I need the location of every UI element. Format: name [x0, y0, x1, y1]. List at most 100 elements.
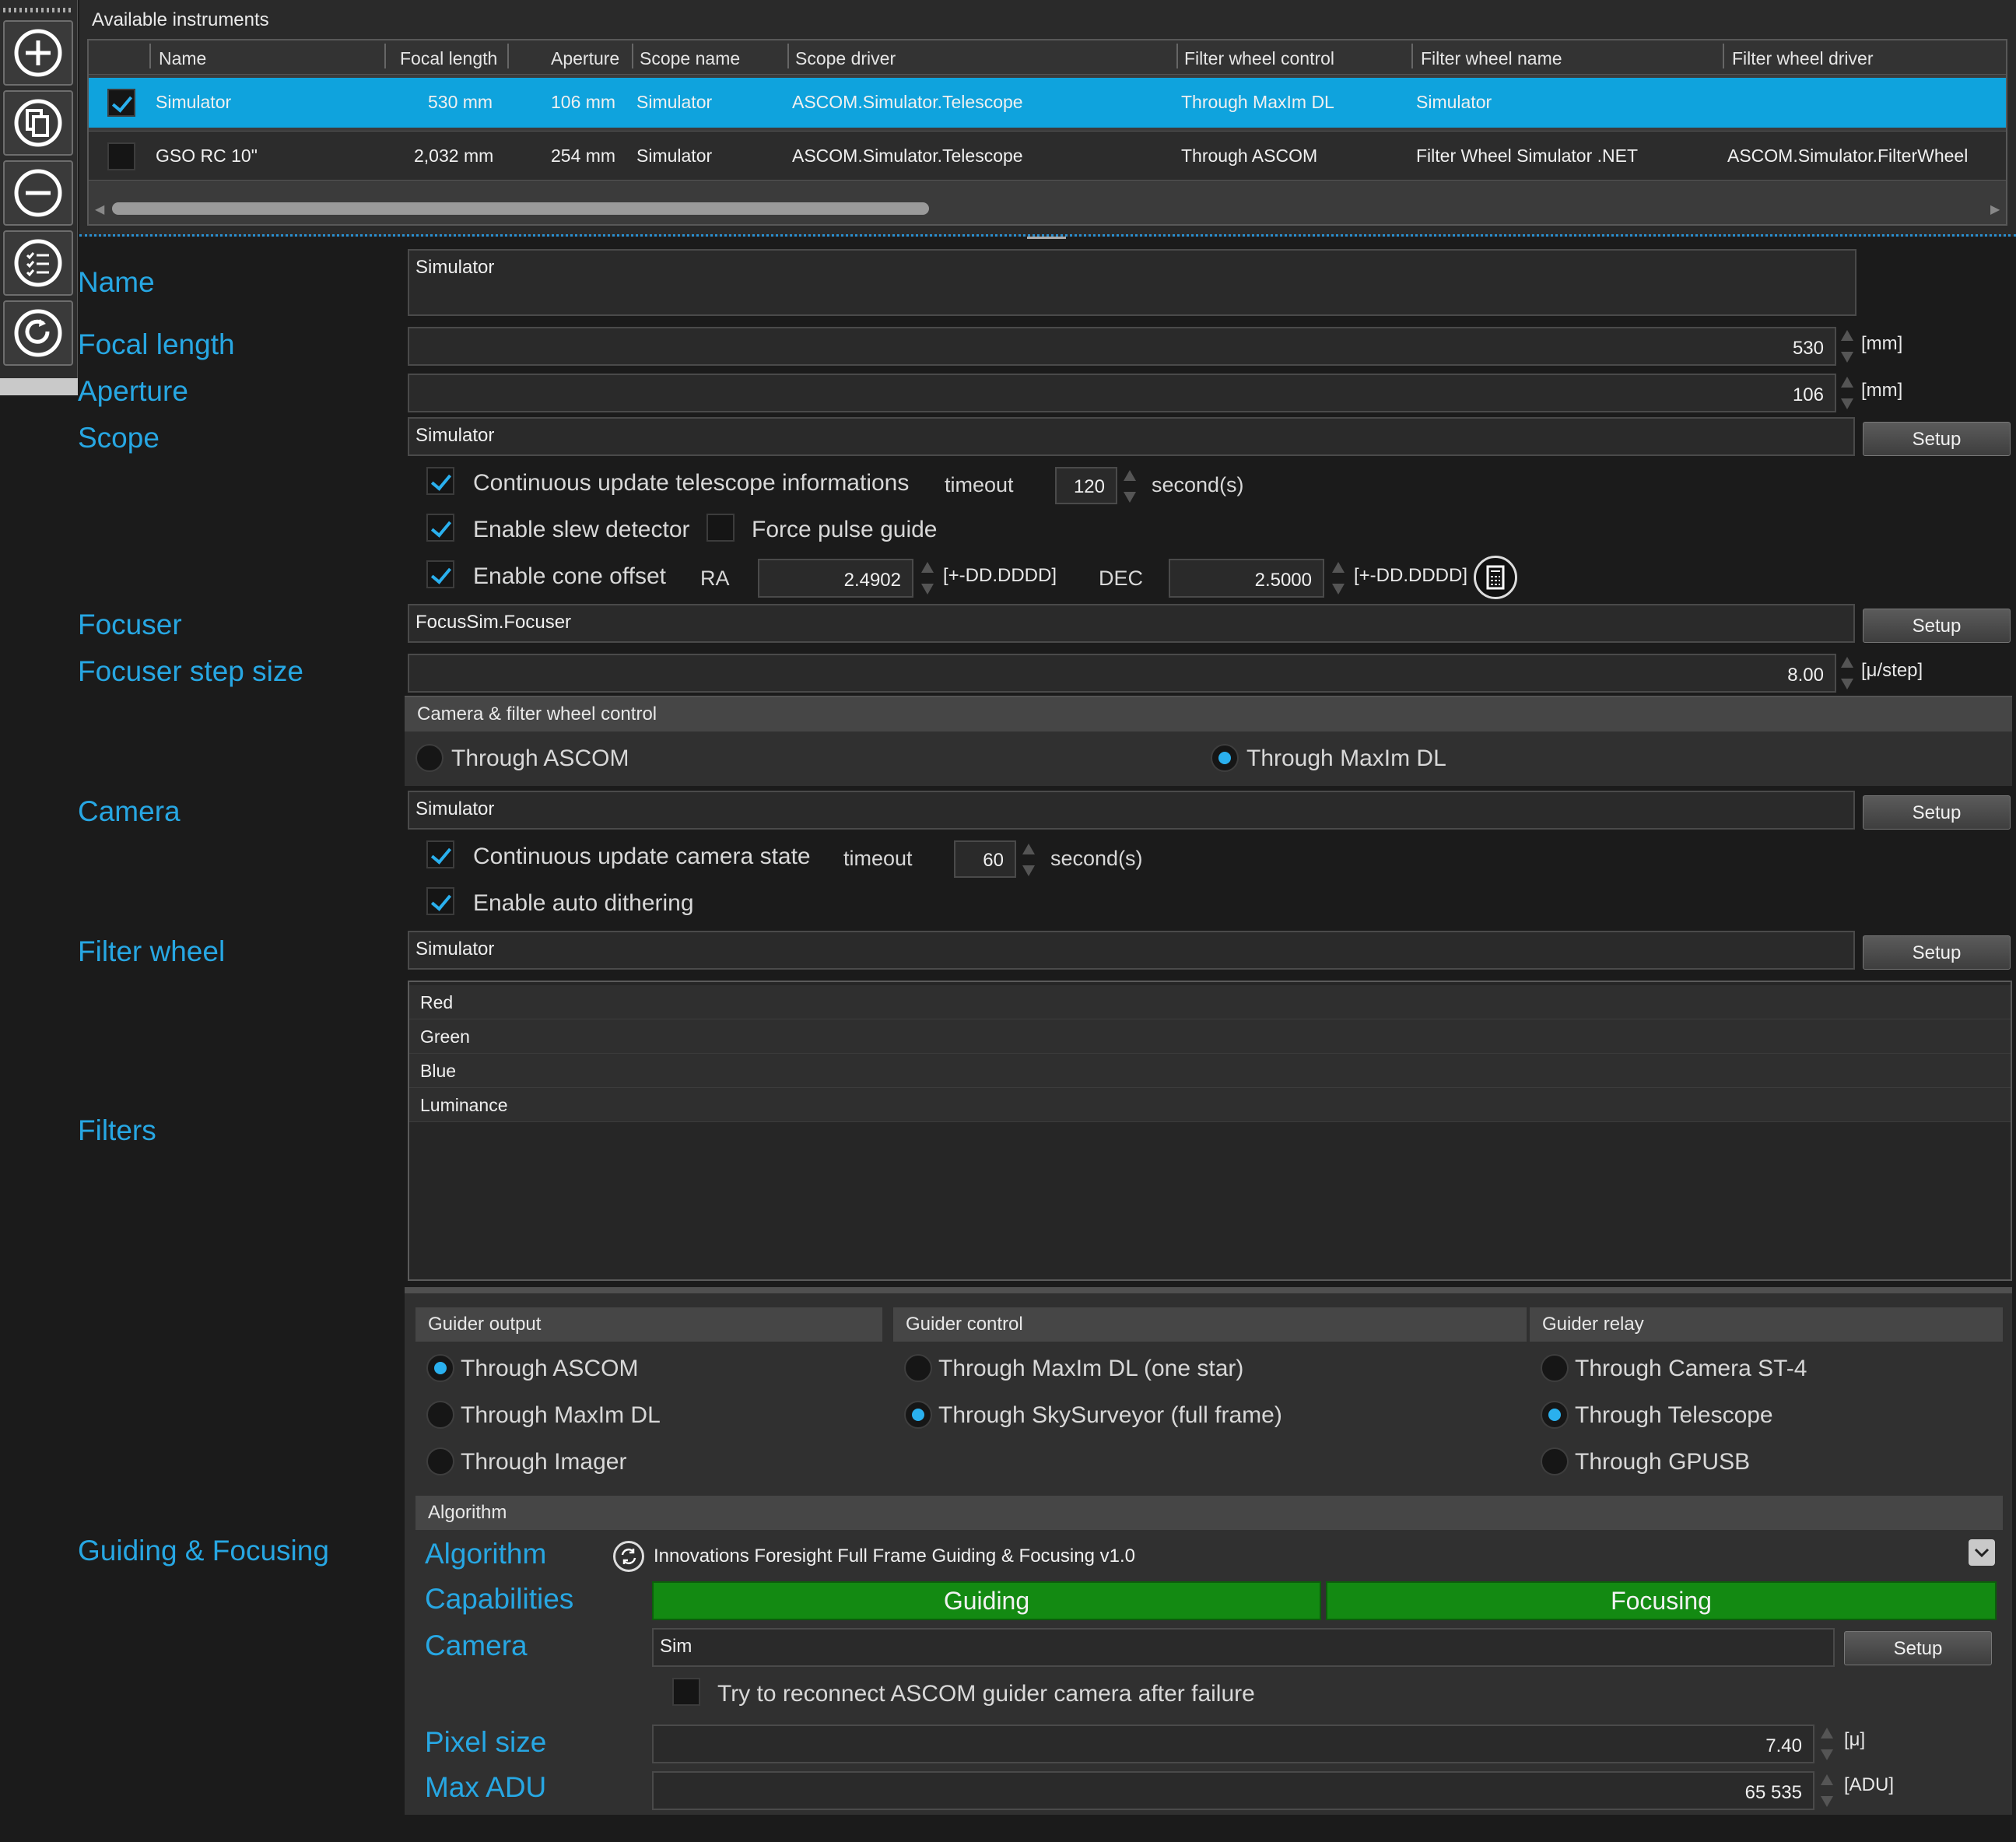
scope-setup-button[interactable]: Setup [1863, 422, 2011, 456]
guider-control-header: Guider control [893, 1307, 1527, 1342]
focuser-field[interactable]: FocusSim.Focuser [408, 604, 1855, 643]
copy-instrument-button[interactable] [3, 90, 73, 156]
camera-filter-wheel-control-group: Camera & filter wheel control Through AS… [405, 696, 2012, 786]
cell-filter-wheel-name: Filter Wheel Simulator .NET [1416, 146, 1639, 166]
list-item[interactable]: Luminance [409, 1088, 2011, 1122]
instrument-checkbox[interactable] [107, 142, 135, 170]
camera-timeout-spinner[interactable] [1021, 842, 1036, 878]
guider-camera-label: Camera [425, 1630, 528, 1661]
pixel-size-spinner[interactable] [1819, 1726, 1835, 1762]
max-adu-spinner[interactable] [1819, 1773, 1835, 1809]
slew-detector-checkbox[interactable] [426, 514, 454, 542]
filter-wheel-setup-button[interactable]: Setup [1863, 935, 2011, 970]
cone-offset-checkbox[interactable] [426, 560, 454, 588]
add-instrument-button[interactable] [3, 20, 73, 86]
splitter-handle[interactable] [1027, 237, 1066, 239]
focuser-step-input[interactable]: 8.00 [408, 654, 1836, 693]
sync-icon[interactable] [613, 1541, 644, 1572]
list-item[interactable]: Green [409, 1019, 2011, 1054]
refresh-button[interactable] [3, 300, 73, 366]
label-guiding-focusing: Guiding & Focusing [78, 1535, 329, 1567]
guider-camera-setup-button[interactable]: Setup [1844, 1631, 1992, 1665]
cell-scope-name: Simulator [636, 146, 713, 166]
toolbar-grip[interactable] [3, 8, 73, 12]
list-item[interactable]: Blue [409, 1054, 2011, 1088]
column-separator [632, 44, 633, 68]
output-through-imager-radio[interactable] [426, 1447, 454, 1475]
scope-timeout-spinner[interactable] [1122, 468, 1138, 504]
max-adu-input[interactable]: 65 535 [652, 1771, 1814, 1810]
label-focuser: Focuser [78, 609, 182, 640]
filter-wheel-field[interactable]: Simulator [408, 931, 1855, 970]
scope-field[interactable]: Simulator [408, 417, 1855, 456]
relay-through-telescope-radio[interactable] [1541, 1401, 1569, 1429]
column-header-filter-wheel-driver[interactable]: Filter wheel driver [1732, 48, 1874, 69]
aperture-input[interactable]: 106 [408, 374, 1836, 412]
ra-spinner[interactable] [920, 560, 935, 596]
column-header-scope-name[interactable]: Scope name [640, 48, 740, 69]
reconnect-guider-checkbox[interactable] [672, 1678, 700, 1706]
list-item[interactable]: Red [409, 985, 2011, 1019]
cell-name: Simulator [156, 92, 232, 112]
dec-input[interactable]: 2.5000 [1169, 559, 1324, 598]
auto-dithering-label: Enable auto dithering [473, 890, 694, 916]
instrument-row-selected[interactable]: Simulator 530 mm 106 mm Simulator ASCOM.… [89, 78, 2006, 128]
name-input[interactable]: Simulator [408, 249, 1856, 316]
dec-spinner[interactable] [1331, 560, 1346, 596]
remove-instrument-button[interactable] [3, 160, 73, 226]
output-through-ascom-radio[interactable] [426, 1354, 454, 1382]
guider-camera-field[interactable]: Sim [652, 1628, 1835, 1667]
checklist-icon [14, 239, 62, 287]
cell-focal-length: 530 mm [428, 92, 493, 112]
relay-through-gpusb-radio[interactable] [1541, 1447, 1569, 1475]
camera-setup-button[interactable]: Setup [1863, 795, 2011, 830]
ra-input[interactable]: 2.4902 [758, 559, 913, 598]
aperture-value: 106 [1792, 384, 1824, 405]
focal-length-spinner[interactable] [1839, 328, 1855, 364]
capability-guiding-badge: Guiding [652, 1581, 1321, 1620]
output-through-maxim-radio[interactable] [426, 1401, 454, 1429]
force-pulse-guide-label: Force pulse guide [752, 517, 938, 542]
calculator-button[interactable] [1474, 556, 1517, 599]
algorithm-dropdown-button[interactable] [1969, 1539, 1995, 1566]
instrument-row[interactable]: GSO RC 10" 2,032 mm 254 mm Simulator ASC… [89, 131, 2006, 181]
filters-list[interactable]: Red Green Blue Luminance [408, 981, 2012, 1281]
scroll-right-arrow-icon[interactable]: ▶ [1990, 202, 2000, 217]
column-header-focal-length[interactable]: Focal length [400, 48, 497, 69]
control-through-skysurveyor-radio[interactable] [904, 1401, 932, 1429]
focal-length-input[interactable]: 530 [408, 327, 1836, 366]
column-header-filter-wheel-control[interactable]: Filter wheel control [1184, 48, 1334, 69]
continuous-camera-checkbox[interactable] [426, 840, 454, 868]
relay-through-camera-radio[interactable] [1541, 1354, 1569, 1382]
control-through-maxim-radio[interactable] [904, 1354, 932, 1382]
relay-through-gpusb-label: Through GPUSB [1575, 1449, 1751, 1475]
checklist-button[interactable] [3, 230, 73, 296]
camera-timeout-input[interactable]: 60 [954, 840, 1016, 878]
column-header-name[interactable]: Name [159, 48, 206, 69]
column-header-aperture[interactable]: Aperture [551, 48, 619, 69]
focuser-step-spinner[interactable] [1839, 655, 1855, 691]
algorithm-select[interactable]: Innovations Foresight Full Frame Guiding… [654, 1546, 1135, 1567]
column-separator [507, 44, 509, 68]
horizontal-scrollbar[interactable] [112, 202, 929, 215]
aperture-spinner[interactable] [1839, 375, 1855, 411]
label-name: Name [78, 266, 155, 298]
scroll-left-arrow-icon[interactable]: ◀ [95, 202, 104, 217]
instrument-checkbox[interactable] [107, 89, 135, 117]
force-pulse-guide-checkbox[interactable] [706, 514, 735, 542]
panel-title: Available instruments [92, 9, 269, 30]
column-header-filter-wheel-name[interactable]: Filter wheel name [1421, 48, 1562, 69]
camera-value: Simulator [415, 798, 495, 819]
label-focuser-step-size: Focuser step size [78, 655, 303, 687]
scope-timeout-input[interactable]: 120 [1055, 467, 1117, 504]
focuser-setup-button[interactable]: Setup [1863, 609, 2011, 643]
auto-dithering-checkbox[interactable] [426, 887, 454, 915]
continuous-telescope-checkbox[interactable] [426, 467, 454, 495]
copy-icon [14, 99, 62, 147]
column-header-scope-driver[interactable]: Scope driver [795, 48, 896, 69]
cfw-through-ascom-radio[interactable] [415, 744, 444, 772]
pixel-size-input[interactable]: 7.40 [652, 1724, 1814, 1763]
focal-length-value: 530 [1792, 338, 1824, 359]
camera-field[interactable]: Simulator [408, 791, 1855, 830]
cfw-through-maxim-radio[interactable] [1211, 744, 1239, 772]
